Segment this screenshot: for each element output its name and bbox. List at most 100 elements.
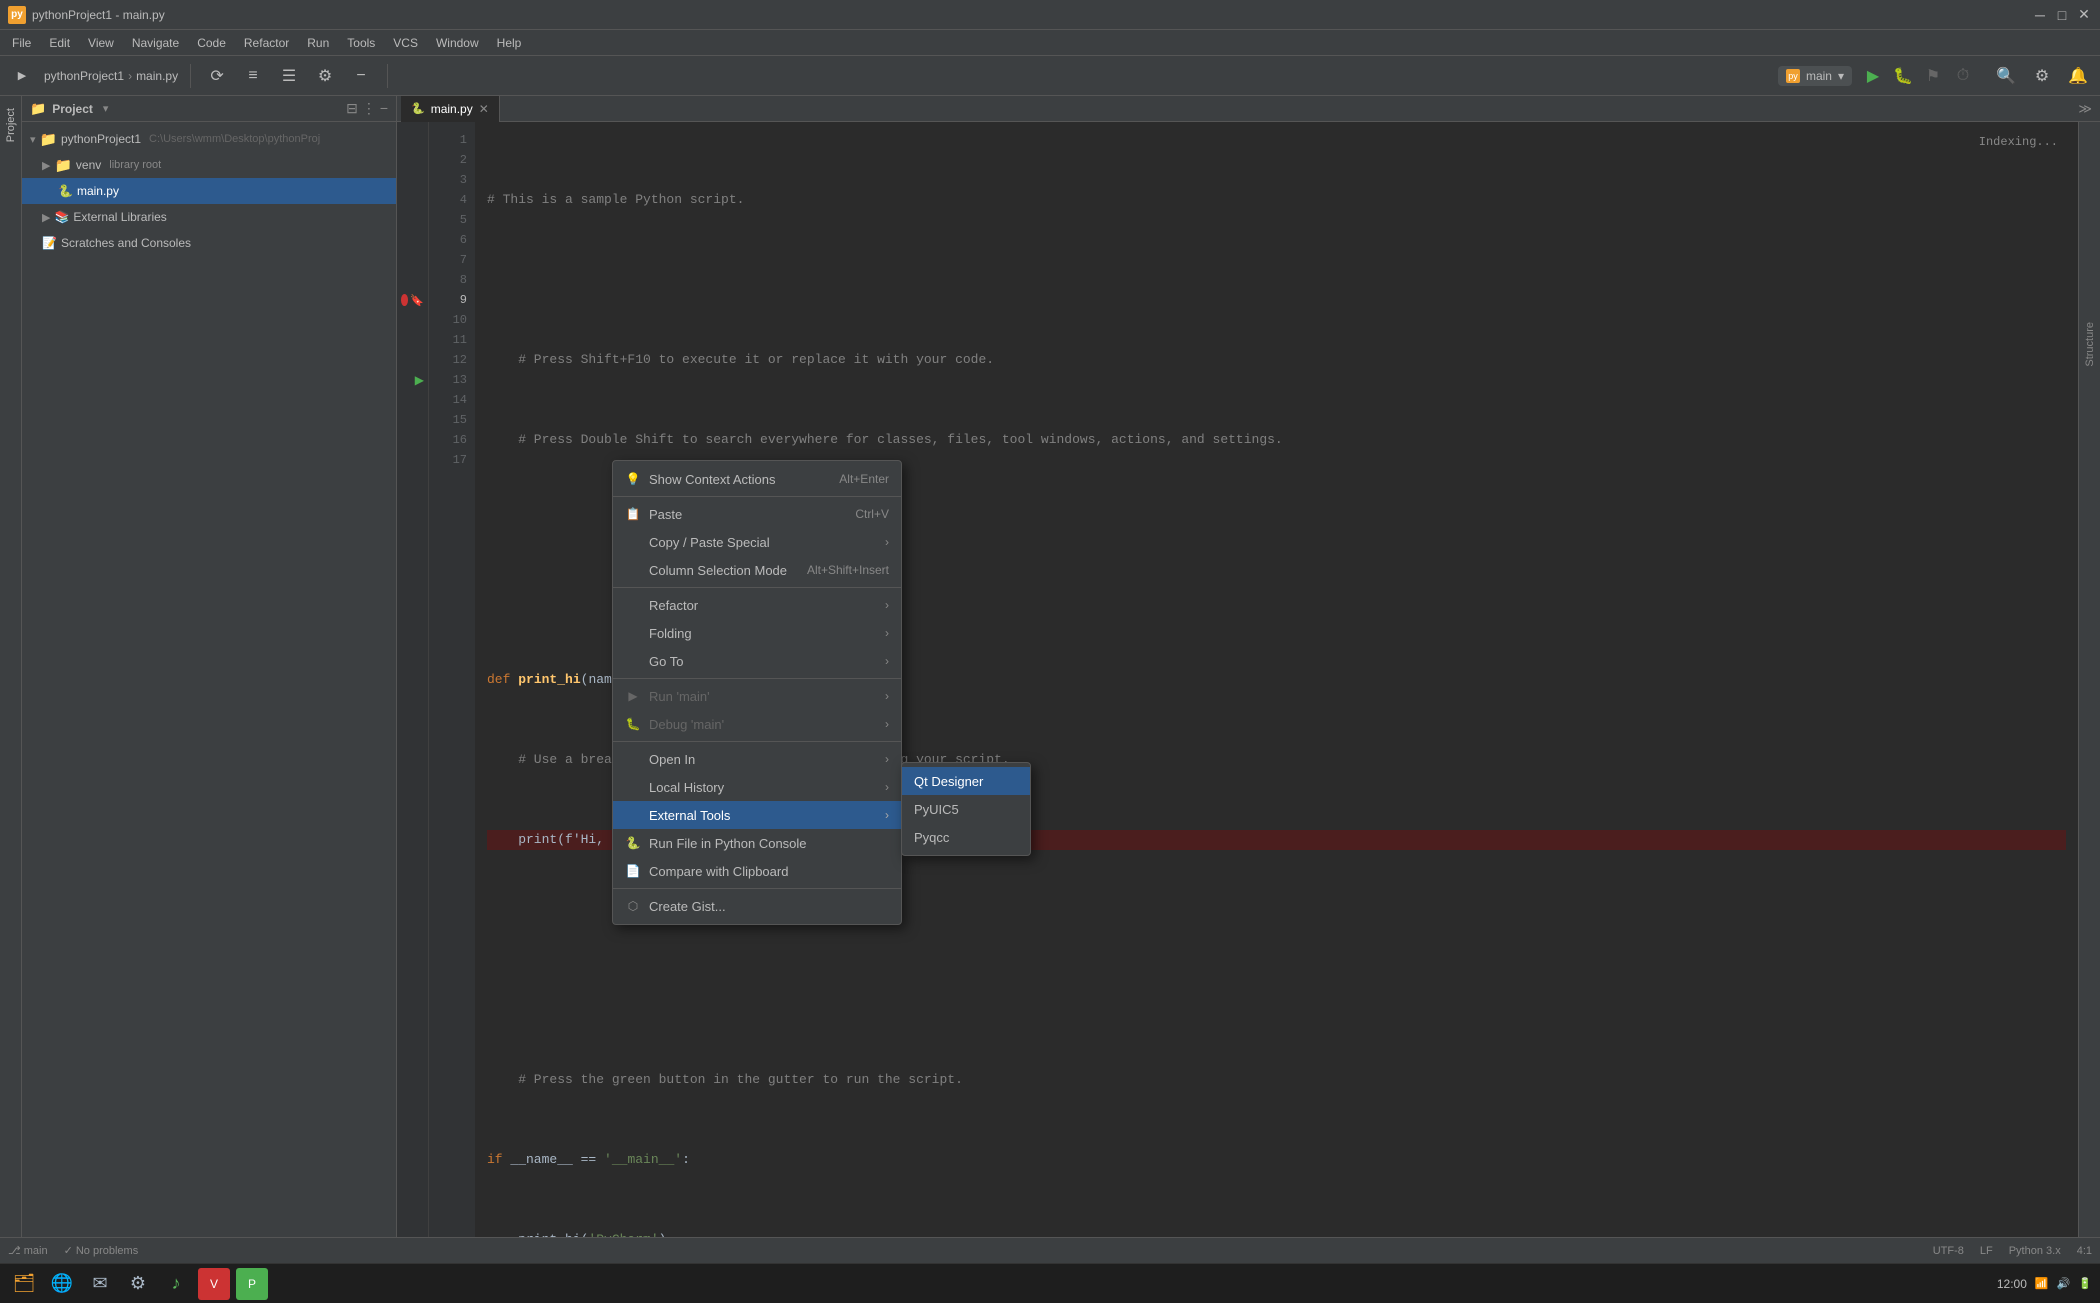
search-everywhere-btn[interactable]: 🔍 — [1992, 62, 2020, 90]
minimize-button[interactable]: ─ — [2032, 7, 2048, 23]
context-menu-local-history[interactable]: Local History › — [613, 773, 901, 801]
status-bar-right: UTF-8 LF Python 3.x 4:1 — [1933, 1245, 2092, 1257]
options-btn[interactable]: ⋮ — [362, 100, 376, 117]
tree-item-external-libs[interactable]: ▶ 📚 External Libraries — [22, 204, 396, 230]
taskbar-music[interactable]: ♪ — [160, 1268, 192, 1300]
context-menu-open-in[interactable]: Open In › — [613, 745, 901, 773]
run-main-arrow: › — [885, 689, 889, 703]
copy-paste-special-label: Copy / Paste Special — [649, 535, 770, 550]
context-menu-folding[interactable]: Folding › — [613, 619, 901, 647]
taskbar-files[interactable]: 🗂 — [8, 1268, 40, 1300]
debug-button[interactable]: 🐛 — [1890, 63, 1916, 89]
submenu-item-pyqcc[interactable]: Pyqcc — [902, 823, 1030, 851]
context-menu-refactor[interactable]: Refactor › — [613, 591, 901, 619]
menu-navigate[interactable]: Navigate — [124, 34, 187, 52]
context-menu-debug-main[interactable]: 🐛 Debug 'main' › — [613, 710, 901, 738]
code-line-13: if __name__ == '__main__': — [487, 1150, 2066, 1170]
taskbar-vpn[interactable]: V — [198, 1268, 230, 1300]
taskbar-browser[interactable]: 🌐 — [46, 1268, 78, 1300]
sync-btn[interactable]: ⟳ — [203, 62, 231, 90]
gutter-3 — [401, 170, 424, 190]
gutter-4 — [401, 190, 424, 210]
taskbar-settings[interactable]: ⚙ — [122, 1268, 154, 1300]
activity-bar: Project — [0, 96, 22, 1263]
context-menu-go-to[interactable]: Go To › — [613, 647, 901, 675]
line-num-5: 5 — [429, 210, 467, 230]
activity-project[interactable]: Project — [5, 104, 17, 146]
gutter-area: 🔖 ▶ — [397, 122, 429, 1263]
context-menu-run-file-console[interactable]: 🐍 Run File in Python Console — [613, 829, 901, 857]
tree-item-mainpy[interactable]: 🐍 main.py — [22, 178, 396, 204]
venv-folder-icon: 📁 — [54, 157, 71, 174]
pyuic5-label: PyUIC5 — [914, 802, 959, 817]
menu-file[interactable]: File — [4, 34, 39, 52]
code-fn-print_hi: print_hi — [518, 670, 580, 690]
context-menu-paste[interactable]: 📋 Paste Ctrl+V — [613, 500, 901, 528]
tree-item-venv[interactable]: ▶ 📁 venv library root — [22, 152, 396, 178]
project-expand-btn[interactable]: ▶ — [8, 62, 36, 90]
context-menu-external-tools[interactable]: External Tools › — [613, 801, 901, 829]
structure-sidebar: Structure — [2078, 122, 2100, 1263]
project-header-controls: ⊟ ⋮ − — [346, 100, 388, 117]
context-menu-show-context-actions[interactable]: 💡 Show Context Actions Alt+Enter — [613, 465, 901, 493]
menu-run[interactable]: Run — [299, 34, 337, 52]
taskbar-pycharm[interactable]: P — [236, 1268, 268, 1300]
structure-label[interactable]: Structure — [2084, 322, 2096, 367]
menu-window[interactable]: Window — [428, 34, 487, 52]
submenu-item-pyuic5[interactable]: PyUIC5 — [902, 795, 1030, 823]
context-menu-create-gist[interactable]: ⬡ Create Gist... — [613, 892, 901, 920]
tab-mainpy[interactable]: 🐍 main.py ✕ — [401, 96, 500, 122]
menu-refactor[interactable]: Refactor — [236, 34, 297, 52]
paste-icon: 📋 — [625, 507, 641, 521]
context-menu-run-main[interactable]: ▶ Run 'main' › — [613, 682, 901, 710]
project-header-icon: 📁 — [30, 101, 46, 117]
filter-btn[interactable]: ≡ — [239, 62, 267, 90]
menu-view[interactable]: View — [80, 34, 122, 52]
line-num-17: 17 — [429, 450, 467, 470]
line-num-7: 7 — [429, 250, 467, 270]
run-config-selector[interactable]: py main ▾ — [1778, 66, 1852, 86]
tree-item-scratches[interactable]: 📝 Scratches and Consoles — [22, 230, 396, 256]
run-config-icon: py — [1786, 69, 1800, 83]
context-menu-compare-clipboard[interactable]: 📄 Compare with Clipboard — [613, 857, 901, 885]
external-tools-label: External Tools — [649, 808, 730, 823]
profile-button[interactable]: ⏱ — [1950, 63, 1976, 89]
toolbar-extra: 🔍 ⚙ 🔔 — [1992, 62, 2092, 90]
collapse-all-btn[interactable]: ⊟ — [346, 100, 358, 117]
taskbar-email[interactable]: ✉ — [84, 1268, 116, 1300]
root-folder-label: pythonProject1 — [61, 132, 141, 146]
context-menu-column-selection[interactable]: Column Selection Mode Alt+Shift+Insert — [613, 556, 901, 584]
maximize-button[interactable]: □ — [2054, 7, 2070, 23]
menu-tools[interactable]: Tools — [339, 34, 383, 52]
menu-edit[interactable]: Edit — [41, 34, 78, 52]
settings-gear-btn[interactable]: ⚙ — [311, 62, 339, 90]
notification-btn[interactable]: 🔔 — [2064, 62, 2092, 90]
close-button[interactable]: ✕ — [2076, 7, 2092, 23]
menu-vcs[interactable]: VCS — [385, 34, 426, 52]
folding-label: Folding — [649, 626, 692, 641]
gutter-9-breakpoint[interactable]: 🔖 — [401, 290, 424, 310]
minus-btn[interactable]: − — [347, 62, 375, 90]
line-num-10: 10 — [429, 310, 467, 330]
menu-code[interactable]: Code — [189, 34, 234, 52]
submenu-item-qt-designer[interactable]: Qt Designer — [902, 767, 1030, 795]
taskbar-network-icon: 📶 — [2035, 1277, 2049, 1290]
list-btn[interactable]: ☰ — [275, 62, 303, 90]
settings-btn[interactable]: ⚙ — [2028, 62, 2056, 90]
scratch-icon: 📝 — [42, 236, 57, 250]
menu-help[interactable]: Help — [489, 34, 530, 52]
gutter-10 — [401, 310, 424, 330]
context-menu-copy-paste-special[interactable]: Copy / Paste Special › — [613, 528, 901, 556]
tab-more-btn[interactable]: ≫ — [2070, 101, 2100, 117]
cm-divider-3 — [613, 678, 901, 679]
gutter-13-run[interactable]: ▶ — [401, 370, 424, 390]
refactor-label: Refactor — [649, 598, 698, 613]
close-panel-btn[interactable]: − — [380, 100, 388, 117]
gutter-5 — [401, 210, 424, 230]
tab-close-btn[interactable]: ✕ — [479, 102, 489, 116]
root-folder-icon: 📁 — [40, 131, 57, 148]
run-button[interactable]: ▶ — [1860, 63, 1886, 89]
debug-main-arrow: › — [885, 717, 889, 731]
coverage-button[interactable]: ⚑ — [1920, 63, 1946, 89]
tree-item-root[interactable]: ▾ 📁 pythonProject1 C:\Users\wmm\Desktop\… — [22, 126, 396, 152]
